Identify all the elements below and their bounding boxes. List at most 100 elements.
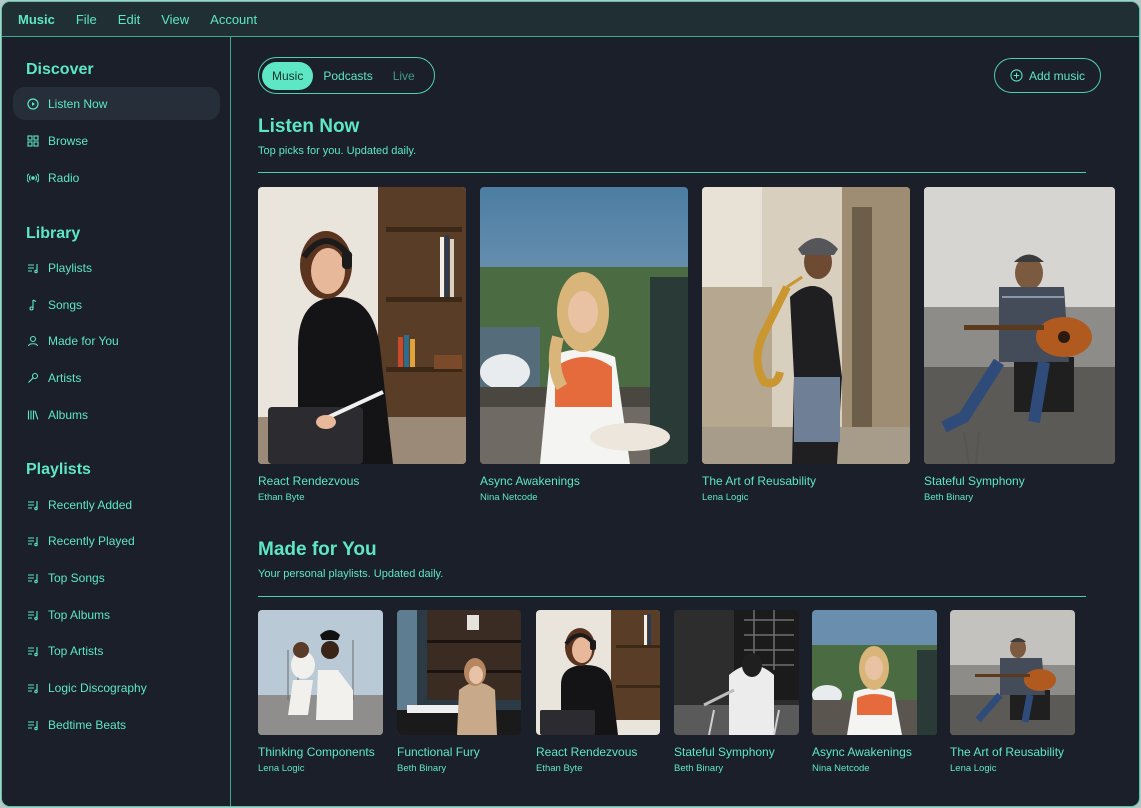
sidebar-item-albums[interactable]: Albums (13, 398, 220, 431)
album-cover[interactable] (702, 187, 910, 464)
sidebar-item-songs[interactable]: Songs (13, 288, 220, 321)
grid-icon (27, 134, 39, 147)
main-content: Music Podcasts Live Add music Listen Now… (231, 37, 1139, 806)
list-music-icon (27, 682, 39, 694)
album-cover[interactable] (674, 610, 799, 735)
menu-edit[interactable]: Edit (112, 8, 146, 31)
album-title: Stateful Symphony (674, 745, 775, 759)
album-title: Stateful Symphony (924, 474, 1025, 488)
sidebar-item-recently-played[interactable]: Recently Played (13, 524, 220, 557)
album-artist: Lena Logic (702, 492, 749, 503)
sidebar-item-recently-added[interactable]: Recently Added (13, 488, 220, 521)
sidebar-item-playlists[interactable]: Playlists (13, 251, 220, 284)
plus-circle-icon (1010, 69, 1023, 82)
sidebar-item-label: Albums (48, 407, 89, 422)
album-title: Async Awakenings (812, 745, 912, 759)
album-title: The Art of Reusability (702, 474, 817, 488)
sidebar-item-label: Made for You (48, 333, 119, 348)
listen-now-subtitle: Top picks for you. Updated daily. (258, 145, 417, 157)
listen-now-title: Listen Now (258, 116, 360, 137)
sidebar: Discover Listen Now Browse Radio Library… (2, 37, 231, 806)
album-cover[interactable] (812, 610, 937, 735)
menu-music[interactable]: Music (12, 8, 61, 31)
album-title: React Rendezvous (258, 474, 360, 488)
sidebar-section-playlists: Playlists (26, 461, 91, 478)
sidebar-item-label: Top Artists (48, 643, 104, 658)
sidebar-item-top-songs[interactable]: Top Songs (13, 561, 220, 594)
media-tabs: Music Podcasts Live (258, 57, 435, 94)
list-music-icon (27, 535, 39, 547)
list-music-icon (27, 609, 39, 621)
list-music-icon (27, 645, 39, 657)
sidebar-item-label: Top Songs (48, 570, 105, 585)
app-window: Music File Edit View Account Discover Li… (1, 1, 1140, 807)
menu-view[interactable]: View (155, 8, 195, 31)
album-title: Async Awakenings (480, 474, 580, 488)
album-artist: Beth Binary (924, 492, 974, 503)
album-artist: Ethan Byte (258, 492, 305, 503)
album-artist: Ethan Byte (536, 763, 583, 774)
play-circle-icon (27, 97, 39, 110)
sidebar-item-radio[interactable]: Radio (13, 161, 220, 194)
sidebar-item-label: Songs (48, 297, 83, 312)
tab-music[interactable]: Music (262, 61, 314, 90)
list-music-icon (27, 572, 39, 584)
album-card[interactable]: Thinking Components Lena Logic (258, 610, 383, 774)
made-for-you-subtitle: Your personal playlists. Updated daily. (258, 568, 444, 580)
album-title: Functional Fury (397, 745, 480, 759)
album-card[interactable]: Async Awakenings Nina Netcode (812, 610, 937, 774)
album-card[interactable]: Functional Fury Beth Binary (397, 610, 521, 774)
album-card[interactable]: Stateful Symphony Beth Binary (674, 610, 799, 774)
album-cover[interactable] (924, 187, 1115, 464)
album-card[interactable]: React Rendezvous Ethan Byte (258, 187, 466, 503)
sidebar-item-top-artists[interactable]: Top Artists (13, 634, 220, 667)
list-music-icon (27, 262, 39, 274)
sidebar-item-logic-discography[interactable]: Logic Discography (13, 671, 220, 704)
sidebar-item-artists[interactable]: Artists (13, 361, 220, 394)
list-music-icon (27, 719, 39, 731)
sidebar-item-label: Browse (48, 133, 89, 148)
menu-file[interactable]: File (70, 8, 103, 31)
album-cover[interactable] (950, 610, 1075, 735)
tab-live[interactable]: Live (383, 62, 425, 90)
library-icon (27, 409, 39, 421)
album-card[interactable]: React Rendezvous Ethan Byte (536, 610, 660, 774)
sidebar-section-library: Library (26, 225, 81, 242)
album-cover[interactable] (397, 610, 521, 735)
sidebar-item-bedtime-beats[interactable]: Bedtime Beats (13, 708, 220, 741)
sidebar-item-listen-now[interactable]: Listen Now (13, 87, 220, 120)
sidebar-item-browse[interactable]: Browse (13, 124, 220, 157)
album-cover[interactable] (480, 187, 688, 464)
sidebar-item-label: Artists (48, 370, 82, 385)
album-cover[interactable] (536, 610, 660, 735)
sidebar-section-discover: Discover (26, 61, 94, 78)
album-artist: Beth Binary (397, 763, 447, 774)
album-artist: Nina Netcode (480, 492, 538, 503)
album-cover[interactable] (258, 187, 466, 464)
sidebar-item-label: Radio (48, 170, 80, 185)
radio-icon (27, 172, 39, 184)
album-artist: Lena Logic (258, 763, 305, 774)
tab-podcasts[interactable]: Podcasts (313, 62, 382, 90)
album-card[interactable]: The Art of Reusability Lena Logic (702, 187, 910, 503)
add-music-button[interactable]: Add music (994, 58, 1101, 93)
album-artist: Lena Logic (950, 763, 997, 774)
sidebar-item-label: Top Albums (48, 607, 111, 622)
menu-account[interactable]: Account (204, 8, 263, 31)
sidebar-item-label: Logic Discography (48, 680, 147, 695)
sidebar-item-made-for-you[interactable]: Made for You (13, 324, 220, 357)
album-card[interactable]: Stateful Symphony Beth Binary (924, 187, 1115, 503)
sidebar-item-label: Playlists (48, 260, 93, 275)
album-cover[interactable] (258, 610, 383, 735)
album-card[interactable]: Async Awakenings Nina Netcode (480, 187, 688, 503)
listen-now-divider (258, 172, 1086, 173)
album-artist: Nina Netcode (812, 763, 870, 774)
sidebar-item-top-albums[interactable]: Top Albums (13, 598, 220, 631)
album-title: The Art of Reusability (950, 745, 1065, 759)
album-card[interactable]: The Art of Reusability Lena Logic (950, 610, 1075, 774)
sidebar-item-label: Recently Played (48, 533, 135, 548)
made-for-you-divider (258, 596, 1086, 597)
microphone-icon (27, 372, 39, 384)
add-music-label: Add music (1028, 68, 1086, 83)
album-title: Thinking Components (258, 745, 375, 759)
